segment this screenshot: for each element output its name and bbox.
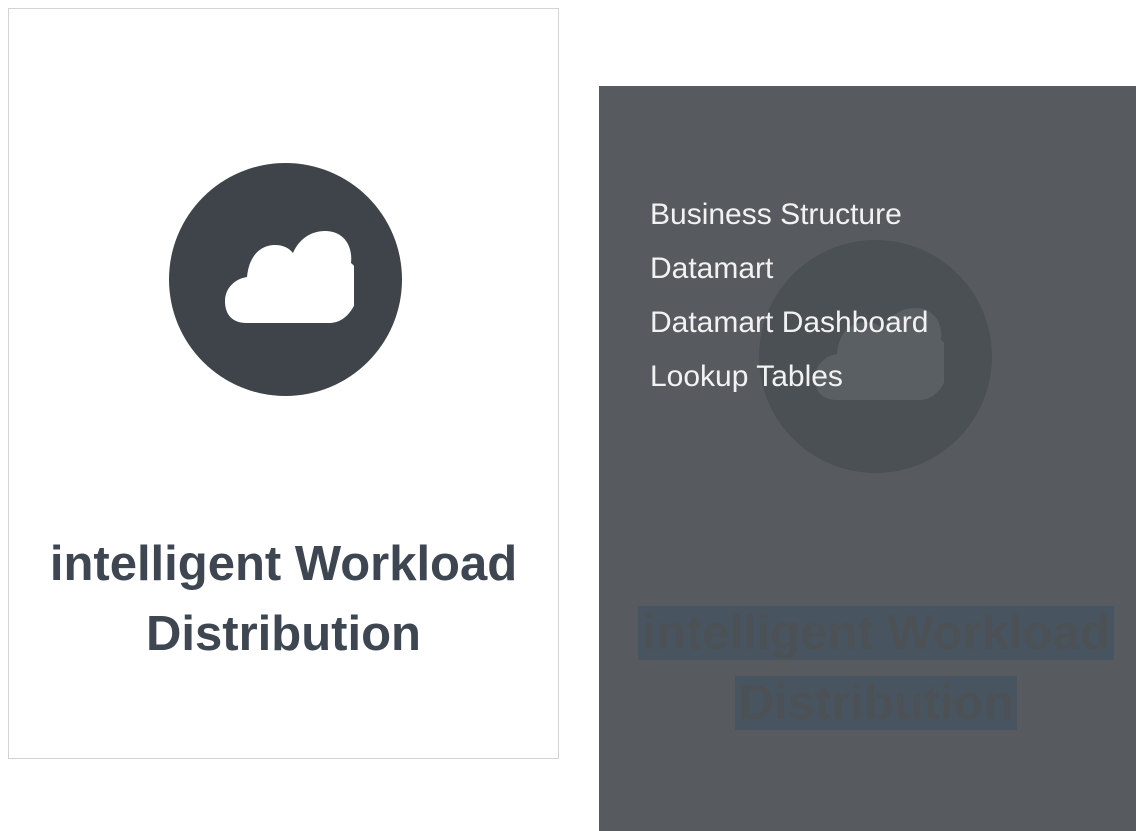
menu-list: Business Structure Datamart Datamart Das… (650, 188, 928, 404)
menu-item-datamart[interactable]: Datamart (650, 242, 928, 296)
menu-item-lookup-tables[interactable]: Lookup Tables (650, 350, 928, 404)
menu-item-business-structure[interactable]: Business Structure (650, 188, 928, 242)
cloud-icon (169, 163, 402, 396)
app-card[interactable]: intelligent Workload Distribution (8, 8, 559, 759)
card-hover-menu: intelligent Workload Distribution Busine… (599, 86, 1136, 831)
card-title-line-1: intelligent Workload (49, 537, 518, 591)
menu-item-datamart-dashboard[interactable]: Datamart Dashboard (650, 296, 928, 350)
card-title-line-2: Distribution (146, 607, 421, 661)
ghost-title-line-2: Distribution (734, 676, 1018, 730)
card-title: intelligent Workload Distribution (9, 529, 558, 669)
ghost-title-line-1: intelligent Workload (638, 606, 1114, 660)
ghost-title: intelligent Workload Distribution (599, 598, 1136, 738)
